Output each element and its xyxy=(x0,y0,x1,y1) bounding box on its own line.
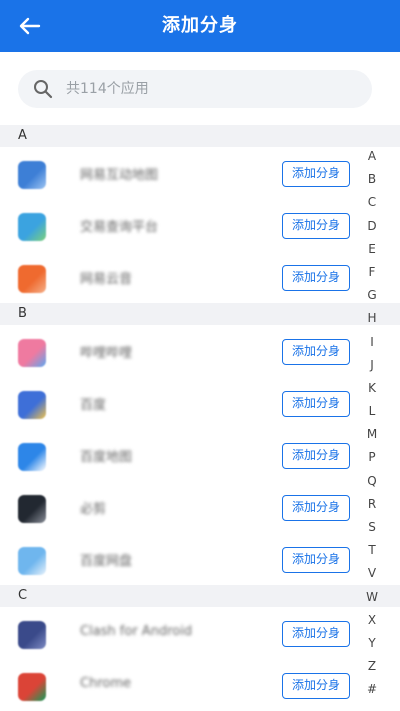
alphabet-index-letter[interactable]: E xyxy=(362,238,382,261)
alphabet-index-letter[interactable]: V xyxy=(362,562,382,585)
app-row: 百度 添加分身 xyxy=(0,377,400,429)
app-row: 交易查询平台 添加分身 xyxy=(0,199,400,251)
alphabet-index-letter[interactable]: X xyxy=(362,609,382,632)
app-name: 百度网盘 xyxy=(80,554,133,569)
top-bar: 添加分身 xyxy=(0,0,400,52)
alphabet-index-letter[interactable]: T xyxy=(362,539,382,562)
search-input[interactable] xyxy=(64,80,348,98)
add-clone-button[interactable]: 添加分身 xyxy=(282,621,350,647)
add-clone-button[interactable]: 添加分身 xyxy=(282,673,350,699)
app-row: 网易云音 添加分身 xyxy=(0,251,400,303)
app-row: Chrome 添加分身 xyxy=(0,659,400,711)
app-icon xyxy=(18,673,46,701)
add-clone-button[interactable]: 添加分身 xyxy=(282,443,350,469)
alphabet-index-letter[interactable]: P xyxy=(362,446,382,469)
alphabet-index-letter[interactable]: Y xyxy=(362,632,382,655)
app-row: 网易互动地图 添加分身 xyxy=(0,147,400,199)
app-name: Clash for Android xyxy=(80,624,193,639)
app-row: 百度网盘 添加分身 xyxy=(0,533,400,585)
add-clone-button[interactable]: 添加分身 xyxy=(282,495,350,521)
page-title: 添加分身 xyxy=(162,15,238,36)
app-name: 必剪 xyxy=(80,502,107,517)
app-icon xyxy=(18,621,46,649)
app-name: 百度 xyxy=(80,398,107,413)
app-row: 百度地图 添加分身 xyxy=(0,429,400,481)
app-icon xyxy=(18,265,46,293)
alphabet-index-letter[interactable]: A xyxy=(362,145,382,168)
add-clone-button[interactable]: 添加分身 xyxy=(282,265,350,291)
alphabet-index-letter[interactable]: S xyxy=(362,516,382,539)
section-header: C xyxy=(0,585,400,607)
app-row: 哔哩哔哩 添加分身 xyxy=(0,325,400,377)
alphabet-index-letter[interactable]: Q xyxy=(362,470,382,493)
alphabet-index-letter[interactable]: F xyxy=(362,261,382,284)
add-clone-button[interactable]: 添加分身 xyxy=(282,161,350,187)
alphabet-index-letter[interactable]: R xyxy=(362,493,382,516)
app-icon xyxy=(18,547,46,575)
app-name: 哔哩哔哩 xyxy=(80,346,133,361)
app-icon xyxy=(18,339,46,367)
alphabet-index-letter[interactable]: # xyxy=(362,678,382,701)
app-name: 交易查询平台 xyxy=(80,220,159,235)
app-name: 百度地图 xyxy=(80,450,133,465)
alphabet-index-letter[interactable]: I xyxy=(362,331,382,354)
section-header: A xyxy=(0,125,400,147)
add-clone-button[interactable]: 添加分身 xyxy=(282,213,350,239)
alphabet-index-letter[interactable]: D xyxy=(362,215,382,238)
alphabet-index-letter[interactable]: H xyxy=(362,307,382,330)
app-icon xyxy=(18,391,46,419)
app-name: Chrome xyxy=(80,676,131,691)
app-row: Clash for Android 添加分身 xyxy=(0,607,400,659)
app-icon xyxy=(18,495,46,523)
alphabet-index[interactable]: A B C D E F G H I J K L M P Q R S T V W X Y Z # xyxy=(362,145,382,702)
alphabet-index-letter[interactable]: C xyxy=(362,191,382,214)
app-row: 必剪 添加分身 xyxy=(0,481,400,533)
alphabet-index-letter[interactable]: J xyxy=(362,354,382,377)
alphabet-index-letter[interactable]: W xyxy=(362,586,382,609)
app-icon xyxy=(18,161,46,189)
arrow-left-icon xyxy=(19,17,41,35)
add-clone-button[interactable]: 添加分身 xyxy=(282,339,350,365)
app-name: 网易云音 xyxy=(80,272,133,287)
app-icon xyxy=(18,443,46,471)
search-bar[interactable] xyxy=(18,70,372,108)
alphabet-index-letter[interactable]: B xyxy=(362,168,382,191)
search-icon xyxy=(32,78,54,100)
alphabet-index-letter[interactable]: G xyxy=(362,284,382,307)
alphabet-index-letter[interactable]: M xyxy=(362,423,382,446)
alphabet-index-letter[interactable]: K xyxy=(362,377,382,400)
add-clone-button[interactable]: 添加分身 xyxy=(282,547,350,573)
alphabet-index-letter[interactable]: L xyxy=(362,400,382,423)
back-button[interactable] xyxy=(14,12,46,40)
add-clone-button[interactable]: 添加分身 xyxy=(282,391,350,417)
app-list: A 网易互动地图 添加分身 交易查询平台 添加分身 网易云音 添加分身 B 哔哩哔哩 添加分身 百度… xyxy=(0,125,400,711)
alphabet-index-letter[interactable]: Z xyxy=(362,655,382,678)
app-name: 网易互动地图 xyxy=(80,168,159,183)
app-icon xyxy=(18,213,46,241)
section-header: B xyxy=(0,303,400,325)
